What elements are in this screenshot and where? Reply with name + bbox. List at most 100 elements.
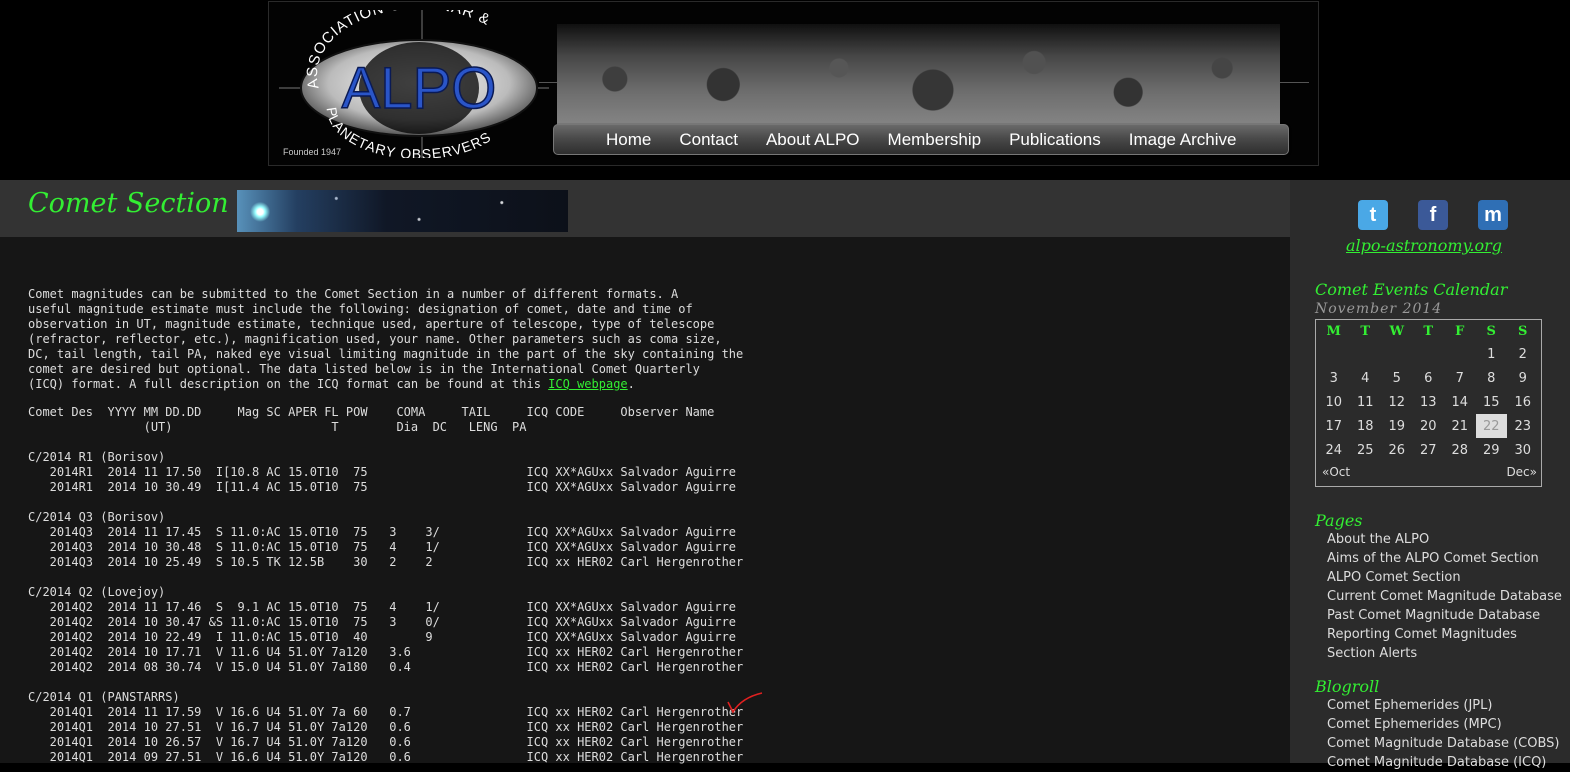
calendar-week: 12 [1318, 342, 1539, 366]
calendar-day[interactable]: 24 [1318, 438, 1350, 462]
calendar-day[interactable]: 9 [1507, 366, 1539, 390]
calendar-week: 24 25 26 27 28 29 30 [1318, 438, 1539, 462]
calendar-day[interactable]: 5 [1381, 366, 1413, 390]
pages-link[interactable]: Past Comet Magnitude Database [1327, 606, 1562, 625]
calendar-day[interactable]: 2 [1507, 342, 1539, 366]
nav-item-publications[interactable]: Publications [1009, 130, 1101, 150]
table-row: 2014Q2 2014 10 17.71 V 11.6 U4 51.0Y 7a1… [28, 645, 744, 659]
calendar-day[interactable]: 10 [1318, 390, 1350, 414]
weekday-label: W [1389, 323, 1405, 339]
calendar-day[interactable]: 20 [1413, 414, 1445, 438]
page-title: Comet Section [28, 188, 229, 219]
calendar-day[interactable]: 4 [1350, 366, 1382, 390]
calendar-week: 3456789 [1318, 366, 1539, 390]
calendar-day[interactable]: 14 [1444, 390, 1476, 414]
calendar-day[interactable]: 19 [1381, 414, 1413, 438]
main-content: Comet magnitudes can be submitted to the… [0, 237, 1290, 764]
pages-link[interactable]: Current Comet Magnitude Database [1327, 587, 1562, 606]
table-row: 2014Q1 2014 10 27.51 V 16.7 U4 51.0Y 7a1… [28, 720, 744, 734]
calendar-day[interactable]: 7 [1444, 366, 1476, 390]
calendar-day[interactable]: 11 [1350, 390, 1382, 414]
table-row: 2014Q3 2014 10 25.49 S 10.5 TK 12.5B 30 … [28, 555, 744, 569]
events-calendar: M T W T F S S 1 2 3 4 5 6 7 8 9 10 11 12 13 14 15 16 17 18 19 20 21… [1315, 319, 1542, 487]
calendar-day[interactable]: 26 [1381, 438, 1413, 462]
table-spacer [28, 570, 743, 585]
intro-text: Comet magnitudes can be submitted to the… [28, 287, 744, 391]
table-header-row-2: (UT) T Dia DC LENG PA [28, 420, 527, 434]
comet-group-name: C/2014 Q3 (Borisov) [28, 510, 166, 524]
calendar-next-link[interactable]: Dec» [1506, 465, 1537, 479]
pages-list: About the ALPO Aims of the ALPO Comet Sec… [1327, 530, 1562, 663]
blogroll-link[interactable]: Comet Ephemerides (MPC) [1327, 715, 1559, 734]
nav-item-membership[interactable]: Membership [888, 130, 982, 150]
site-link[interactable]: alpo-astronomy.org [1346, 236, 1502, 255]
calendar-day[interactable]: 8 [1476, 366, 1508, 390]
calendar-empty-cell [1318, 342, 1350, 366]
pages-link[interactable]: Aims of the ALPO Comet Section [1327, 549, 1562, 568]
nav-item-image-archive[interactable]: Image Archive [1129, 130, 1237, 150]
table-row: 2014Q2 2014 11 17.46 S 9.1 AC 15.0T10 75… [28, 600, 737, 614]
calendar-week: 17 18 19 20 21 22 23 [1318, 414, 1539, 438]
alpo-logo[interactable]: ASSOCIATION OF LUNAR & PLANETARY OBSERVE… [279, 10, 549, 158]
calendar-day[interactable]: 18 [1350, 414, 1382, 438]
table-row: 2014R1 2014 11 17.50 I[10.8 AC 15.0T10 7… [28, 465, 737, 479]
myspace-icon[interactable]: m [1478, 200, 1508, 230]
calendar-day[interactable]: 23 [1507, 414, 1539, 438]
calendar-prev-link[interactable]: «Oct [1322, 465, 1350, 479]
table-row: 2014Q2 2014 10 30.47 &S 11.0:AC 15.0T10 … [28, 615, 737, 629]
table-row: 2014Q2 2014 08 30.74 V 15.0 U4 51.0Y 7a1… [28, 660, 744, 674]
intro-paragraph: Comet magnitudes can be submitted to the… [28, 287, 768, 392]
calendar-day[interactable]: 6 [1413, 366, 1445, 390]
table-row: 2014Q3 2014 11 17.45 S 11.0:AC 15.0T10 7… [28, 525, 737, 539]
calendar-day[interactable]: 22 [1475, 414, 1507, 438]
pages-link[interactable]: Section Alerts [1327, 644, 1562, 663]
section-header: Comet Section [0, 180, 1290, 237]
comet-group-name: C/2014 Q1 (PANSTARRS) [28, 690, 180, 704]
calendar-empty-cell [1350, 342, 1382, 366]
calendar-day[interactable]: 3 [1318, 366, 1350, 390]
weekday-label: F [1455, 323, 1465, 339]
nav-item-contact[interactable]: Contact [679, 130, 738, 150]
pages-link[interactable]: Reporting Comet Magnitudes [1327, 625, 1562, 644]
calendar-day[interactable]: 25 [1350, 438, 1382, 462]
weekday-label: S [1518, 323, 1528, 339]
nav-item-about-alpo[interactable]: About ALPO [766, 130, 860, 150]
calendar-day[interactable]: 21 [1444, 414, 1476, 438]
calendar-empty-cell [1444, 342, 1476, 366]
calendar-day[interactable]: 30 [1507, 438, 1539, 462]
calendar-day[interactable]: 27 [1413, 438, 1445, 462]
pages-link[interactable]: ALPO Comet Section [1327, 568, 1562, 587]
weekday-label: T [1360, 323, 1371, 339]
calendar-day[interactable]: 17 [1318, 414, 1350, 438]
calendar-week: 10 11 12 13 14 15 16 [1318, 390, 1539, 414]
nav-item-home[interactable]: Home [606, 130, 651, 150]
calendar-day[interactable]: 12 [1381, 390, 1413, 414]
table-row: 2014Q3 2014 10 30.48 S 11.0:AC 15.0T10 7… [28, 540, 737, 554]
twitter-icon[interactable]: t [1358, 200, 1388, 230]
calendar-day[interactable]: 16 [1507, 390, 1539, 414]
table-row: 2014Q1 2014 10 26.57 V 16.7 U4 51.0Y 7a1… [28, 735, 744, 749]
weekday-label: S [1486, 323, 1496, 339]
red-check-annotation [727, 692, 763, 714]
calendar-day[interactable]: 1 [1476, 342, 1508, 366]
calendar-month: November 2014 [1315, 301, 1443, 317]
calendar-day[interactable]: 15 [1476, 390, 1508, 414]
calendar-day[interactable]: 28 [1444, 438, 1476, 462]
comet-group-name: C/2014 R1 (Borisov) [28, 450, 166, 464]
weekday-label: T [1423, 323, 1434, 339]
blogroll-link[interactable]: Comet Ephemerides (JPL) [1327, 696, 1559, 715]
calendar-day[interactable]: 13 [1413, 390, 1445, 414]
calendar-empty-cell [1413, 342, 1445, 366]
pages-link[interactable]: About the ALPO [1327, 530, 1562, 549]
moon-image [557, 24, 1280, 134]
calendar-day[interactable]: 29 [1476, 438, 1508, 462]
comet-banner-image [237, 190, 568, 232]
icq-webpage-link[interactable]: ICQ webpage [548, 377, 627, 391]
table-row: 2014R1 2014 10 30.49 I[11.4 AC 15.0T10 7… [28, 480, 737, 494]
weekday-label: M [1326, 323, 1341, 339]
blogroll-link[interactable]: Comet Magnitude Database (COBS) [1327, 734, 1559, 753]
site-header: ASSOCIATION OF LUNAR & PLANETARY OBSERVE… [0, 0, 1570, 180]
calendar-heading: Comet Events Calendar [1315, 280, 1508, 299]
pages-heading: Pages [1315, 511, 1363, 530]
facebook-icon[interactable]: f [1418, 200, 1448, 230]
